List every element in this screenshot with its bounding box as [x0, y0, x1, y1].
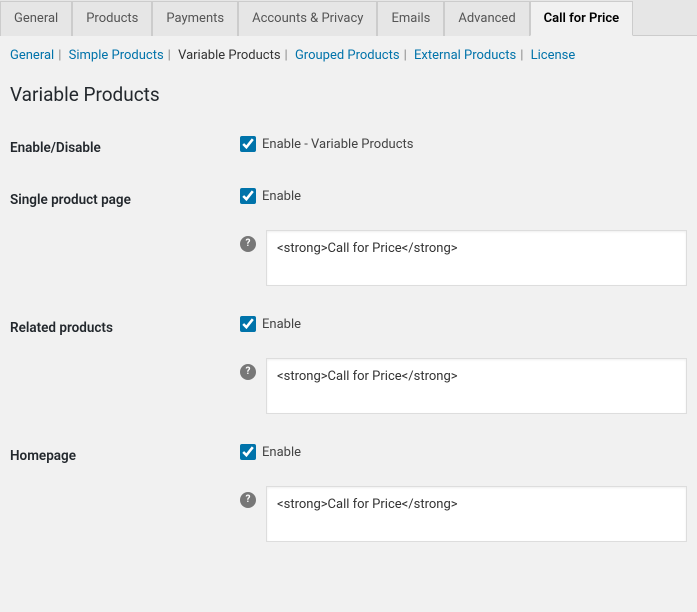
row-home: Homepage Enable — [10, 444, 687, 464]
subtab-license[interactable]: License — [531, 48, 576, 63]
label-related: Related products — [10, 316, 240, 336]
checkbox-label-single: Enable — [262, 189, 301, 204]
sub-tabs: General | Simple Products | Variable Produ… — [0, 36, 697, 75]
separator: | — [168, 48, 171, 63]
subtab-variable[interactable]: Variable Products — [178, 48, 280, 63]
page-title: Variable Products — [10, 83, 687, 106]
textarea-row-home: ? — [10, 486, 687, 542]
subtab-general[interactable]: General — [10, 48, 54, 63]
checkbox-label-home: Enable — [262, 445, 301, 460]
settings-content: Variable Products Enable/Disable Enable … — [0, 83, 697, 582]
tab-accounts[interactable]: Accounts & Privacy — [238, 1, 377, 36]
checkbox-related[interactable] — [240, 316, 256, 332]
tab-call-for-price[interactable]: Call for Price — [530, 1, 634, 36]
tab-emails[interactable]: Emails — [377, 1, 444, 36]
textarea-home[interactable] — [266, 486, 687, 542]
tab-products[interactable]: Products — [72, 1, 152, 36]
separator: | — [58, 48, 61, 63]
help-icon[interactable]: ? — [240, 492, 256, 508]
textarea-related[interactable] — [266, 358, 687, 414]
label-enable: Enable/Disable — [10, 136, 240, 156]
checkbox-label-related: Enable — [262, 317, 301, 332]
checkbox-home[interactable] — [240, 444, 256, 460]
separator: | — [285, 48, 288, 63]
textarea-row-related: ? — [10, 358, 687, 414]
label-home: Homepage — [10, 444, 240, 464]
row-enable: Enable/Disable Enable - Variable Product… — [10, 136, 687, 156]
subtab-external[interactable]: External Products — [414, 48, 516, 63]
main-tabs: General Products Payments Accounts & Pri… — [0, 0, 697, 36]
help-icon[interactable]: ? — [240, 236, 256, 252]
checkbox-wrap-related[interactable]: Enable — [240, 316, 301, 332]
checkbox-wrap-enable[interactable]: Enable - Variable Products — [240, 136, 413, 152]
separator: | — [404, 48, 407, 63]
checkbox-wrap-single[interactable]: Enable — [240, 188, 301, 204]
checkbox-wrap-home[interactable]: Enable — [240, 444, 301, 460]
help-icon[interactable]: ? — [240, 364, 256, 380]
separator: | — [520, 48, 523, 63]
row-single: Single product page Enable — [10, 188, 687, 208]
subtab-grouped[interactable]: Grouped Products — [295, 48, 400, 63]
subtab-simple[interactable]: Simple Products — [69, 48, 164, 63]
label-single: Single product page — [10, 188, 240, 208]
tab-advanced[interactable]: Advanced — [444, 1, 529, 36]
checkbox-single[interactable] — [240, 188, 256, 204]
tab-payments[interactable]: Payments — [152, 1, 238, 36]
checkbox-label-enable: Enable - Variable Products — [262, 137, 413, 152]
tab-general[interactable]: General — [0, 1, 72, 36]
row-related: Related products Enable — [10, 316, 687, 336]
textarea-row-single: ? — [10, 230, 687, 286]
textarea-single[interactable] — [266, 230, 687, 286]
checkbox-enable[interactable] — [240, 136, 256, 152]
